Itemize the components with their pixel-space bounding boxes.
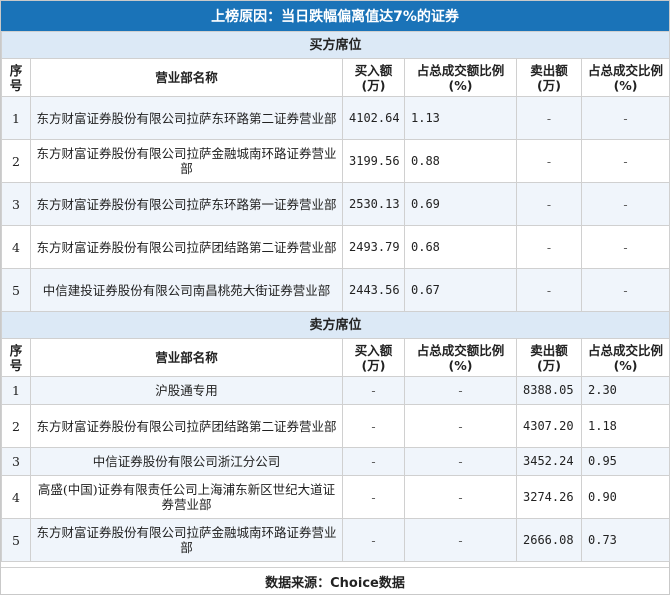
row-broker-name: 东方财富证券股份有限公司拉萨团结路第二证券营业部 xyxy=(30,404,343,448)
header-seq: 序号 xyxy=(1,58,31,97)
row-seq: 2 xyxy=(1,404,31,448)
row-sell-ratio: 0.73 xyxy=(580,518,670,562)
header-sell-ratio: 占总成交比例(%) xyxy=(580,58,670,97)
row-seq: 5 xyxy=(1,518,31,562)
row-seq: 1 xyxy=(1,96,31,140)
row-sell-ratio: 1.18 xyxy=(580,404,670,448)
data-source-footer: 数据来源：Choice数据 xyxy=(1,567,669,594)
row-buy-amount: - xyxy=(342,518,405,562)
row-buy-ratio: - xyxy=(404,447,517,476)
table-row: 1 沪股通专用 - -8388.05 2.30 xyxy=(1,376,670,405)
row-seq: 1 xyxy=(1,376,31,405)
row-sell-amount: - xyxy=(516,268,582,312)
table-row: 3 东方财富证券股份有限公司拉萨东环路第一证券营业部 2530.13 0.69- - xyxy=(1,182,670,226)
row-buy-ratio: 1.13 xyxy=(404,96,517,140)
row-seq: 5 xyxy=(1,268,31,312)
row-buy-amount: 3199.56 xyxy=(342,139,405,183)
row-broker-name: 东方财富证券股份有限公司拉萨东环路第一证券营业部 xyxy=(30,182,343,226)
row-broker-name: 高盛(中国)证券有限责任公司上海浦东新区世纪大道证券营业部 xyxy=(30,475,343,519)
table-row: 3 中信证券股份有限公司浙江分公司 - -3452.24 0.95 xyxy=(1,447,670,476)
table-row: 4 高盛(中国)证券有限责任公司上海浦东新区世纪大道证券营业部 - -3274.26 0… xyxy=(1,475,670,519)
seats-table: 买方席位 序号 营业部名称 买入额(万) 占总成交额比例(%) 卖出额(万) 占… xyxy=(0,31,670,562)
table-row: 2 东方财富证券股份有限公司拉萨团结路第二证券营业部 - -4307.20 1.18 xyxy=(1,404,670,448)
row-buy-ratio: 0.88 xyxy=(404,139,517,183)
header-sell-amount: 卖出额(万) xyxy=(516,338,582,377)
header-sell-amount: 卖出额(万) xyxy=(516,58,582,97)
row-sell-amount: - xyxy=(516,96,582,140)
row-sell-amount: 4307.20 xyxy=(516,404,582,448)
row-seq: 4 xyxy=(1,225,31,269)
row-broker-name: 东方财富证券股份有限公司拉萨团结路第二证券营业部 xyxy=(30,225,343,269)
row-seq: 3 xyxy=(1,182,31,226)
page-title: 上榜原因：当日跌幅偏离值达7%的证券 xyxy=(1,1,669,31)
row-buy-ratio: - xyxy=(404,475,517,519)
header-buy-ratio: 占总成交额比例(%) xyxy=(404,58,517,97)
table-row: 2 东方财富证券股份有限公司拉萨金融城南环路证券营业部 3199.56 0.88- - xyxy=(1,139,670,183)
buy-section-header: 买方席位 xyxy=(0,31,670,59)
row-sell-amount: 3452.24 xyxy=(516,447,582,476)
row-sell-ratio: - xyxy=(580,96,670,140)
row-sell-ratio: - xyxy=(580,139,670,183)
table-row: 1 东方财富证券股份有限公司拉萨东环路第二证券营业部 4102.64 1.13- - xyxy=(1,96,670,140)
row-broker-name: 东方财富证券股份有限公司拉萨金融城南环路证券营业部 xyxy=(30,139,343,183)
row-buy-ratio: 0.68 xyxy=(404,225,517,269)
row-buy-amount: 2530.13 xyxy=(342,182,405,226)
row-buy-ratio: - xyxy=(404,518,517,562)
buy-section-title: 买方席位 xyxy=(0,31,670,59)
row-broker-name: 沪股通专用 xyxy=(30,376,343,405)
header-name: 营业部名称 xyxy=(30,58,343,97)
row-seq: 4 xyxy=(1,475,31,519)
header-seq: 序号 xyxy=(1,338,31,377)
row-sell-amount: 2666.08 xyxy=(516,518,582,562)
row-buy-ratio: 0.67 xyxy=(404,268,517,312)
row-buy-amount: 2493.79 xyxy=(342,225,405,269)
buy-column-headers: 序号 营业部名称 买入额(万) 占总成交额比例(%) 卖出额(万) 占总成交比例… xyxy=(1,58,670,97)
row-sell-ratio: - xyxy=(580,182,670,226)
row-sell-ratio: 2.30 xyxy=(580,376,670,405)
lhb-table-card: 上榜原因：当日跌幅偏离值达7%的证券 买方席位 序号 营业部名称 买入额(万) … xyxy=(0,0,670,595)
row-buy-amount: - xyxy=(342,475,405,519)
row-broker-name: 东方财富证券股份有限公司拉萨东环路第二证券营业部 xyxy=(30,96,343,140)
row-sell-amount: - xyxy=(516,182,582,226)
row-sell-ratio: 0.90 xyxy=(580,475,670,519)
row-sell-amount: - xyxy=(516,225,582,269)
row-buy-amount: - xyxy=(342,447,405,476)
sell-section-title: 卖方席位 xyxy=(0,311,670,339)
header-buy-amount: 买入额(万) xyxy=(342,338,405,377)
row-broker-name: 中信建投证券股份有限公司南昌桃苑大街证券营业部 xyxy=(30,268,343,312)
header-buy-amount: 买入额(万) xyxy=(342,58,405,97)
table-row: 4 东方财富证券股份有限公司拉萨团结路第二证券营业部 2493.79 0.68- - xyxy=(1,225,670,269)
row-buy-ratio: - xyxy=(404,404,517,448)
header-sell-ratio: 占总成交比例(%) xyxy=(580,338,670,377)
row-buy-amount: 2443.56 xyxy=(342,268,405,312)
table-row: 5 东方财富证券股份有限公司拉萨金融城南环路证券营业部 - -2666.08 0.73 xyxy=(1,518,670,562)
row-sell-ratio: 0.95 xyxy=(580,447,670,476)
row-buy-ratio: 0.69 xyxy=(404,182,517,226)
row-seq: 3 xyxy=(1,447,31,476)
row-buy-ratio: - xyxy=(404,376,517,405)
sell-column-headers: 序号 营业部名称 买入额(万) 占总成交额比例(%) 卖出额(万) 占总成交比例… xyxy=(1,338,670,377)
table-row: 5 中信建投证券股份有限公司南昌桃苑大街证券营业部 2443.56 0.67- - xyxy=(1,268,670,312)
row-buy-amount: 4102.64 xyxy=(342,96,405,140)
row-sell-ratio: - xyxy=(580,225,670,269)
sell-section-header: 卖方席位 xyxy=(0,311,670,339)
row-broker-name: 东方财富证券股份有限公司拉萨金融城南环路证券营业部 xyxy=(30,518,343,562)
row-sell-amount: 3274.26 xyxy=(516,475,582,519)
row-broker-name: 中信证券股份有限公司浙江分公司 xyxy=(30,447,343,476)
header-name: 营业部名称 xyxy=(30,338,343,377)
row-sell-ratio: - xyxy=(580,268,670,312)
row-buy-amount: - xyxy=(342,376,405,405)
row-buy-amount: - xyxy=(342,404,405,448)
header-buy-ratio: 占总成交额比例(%) xyxy=(404,338,517,377)
row-sell-amount: - xyxy=(516,139,582,183)
row-seq: 2 xyxy=(1,139,31,183)
row-sell-amount: 8388.05 xyxy=(516,376,582,405)
